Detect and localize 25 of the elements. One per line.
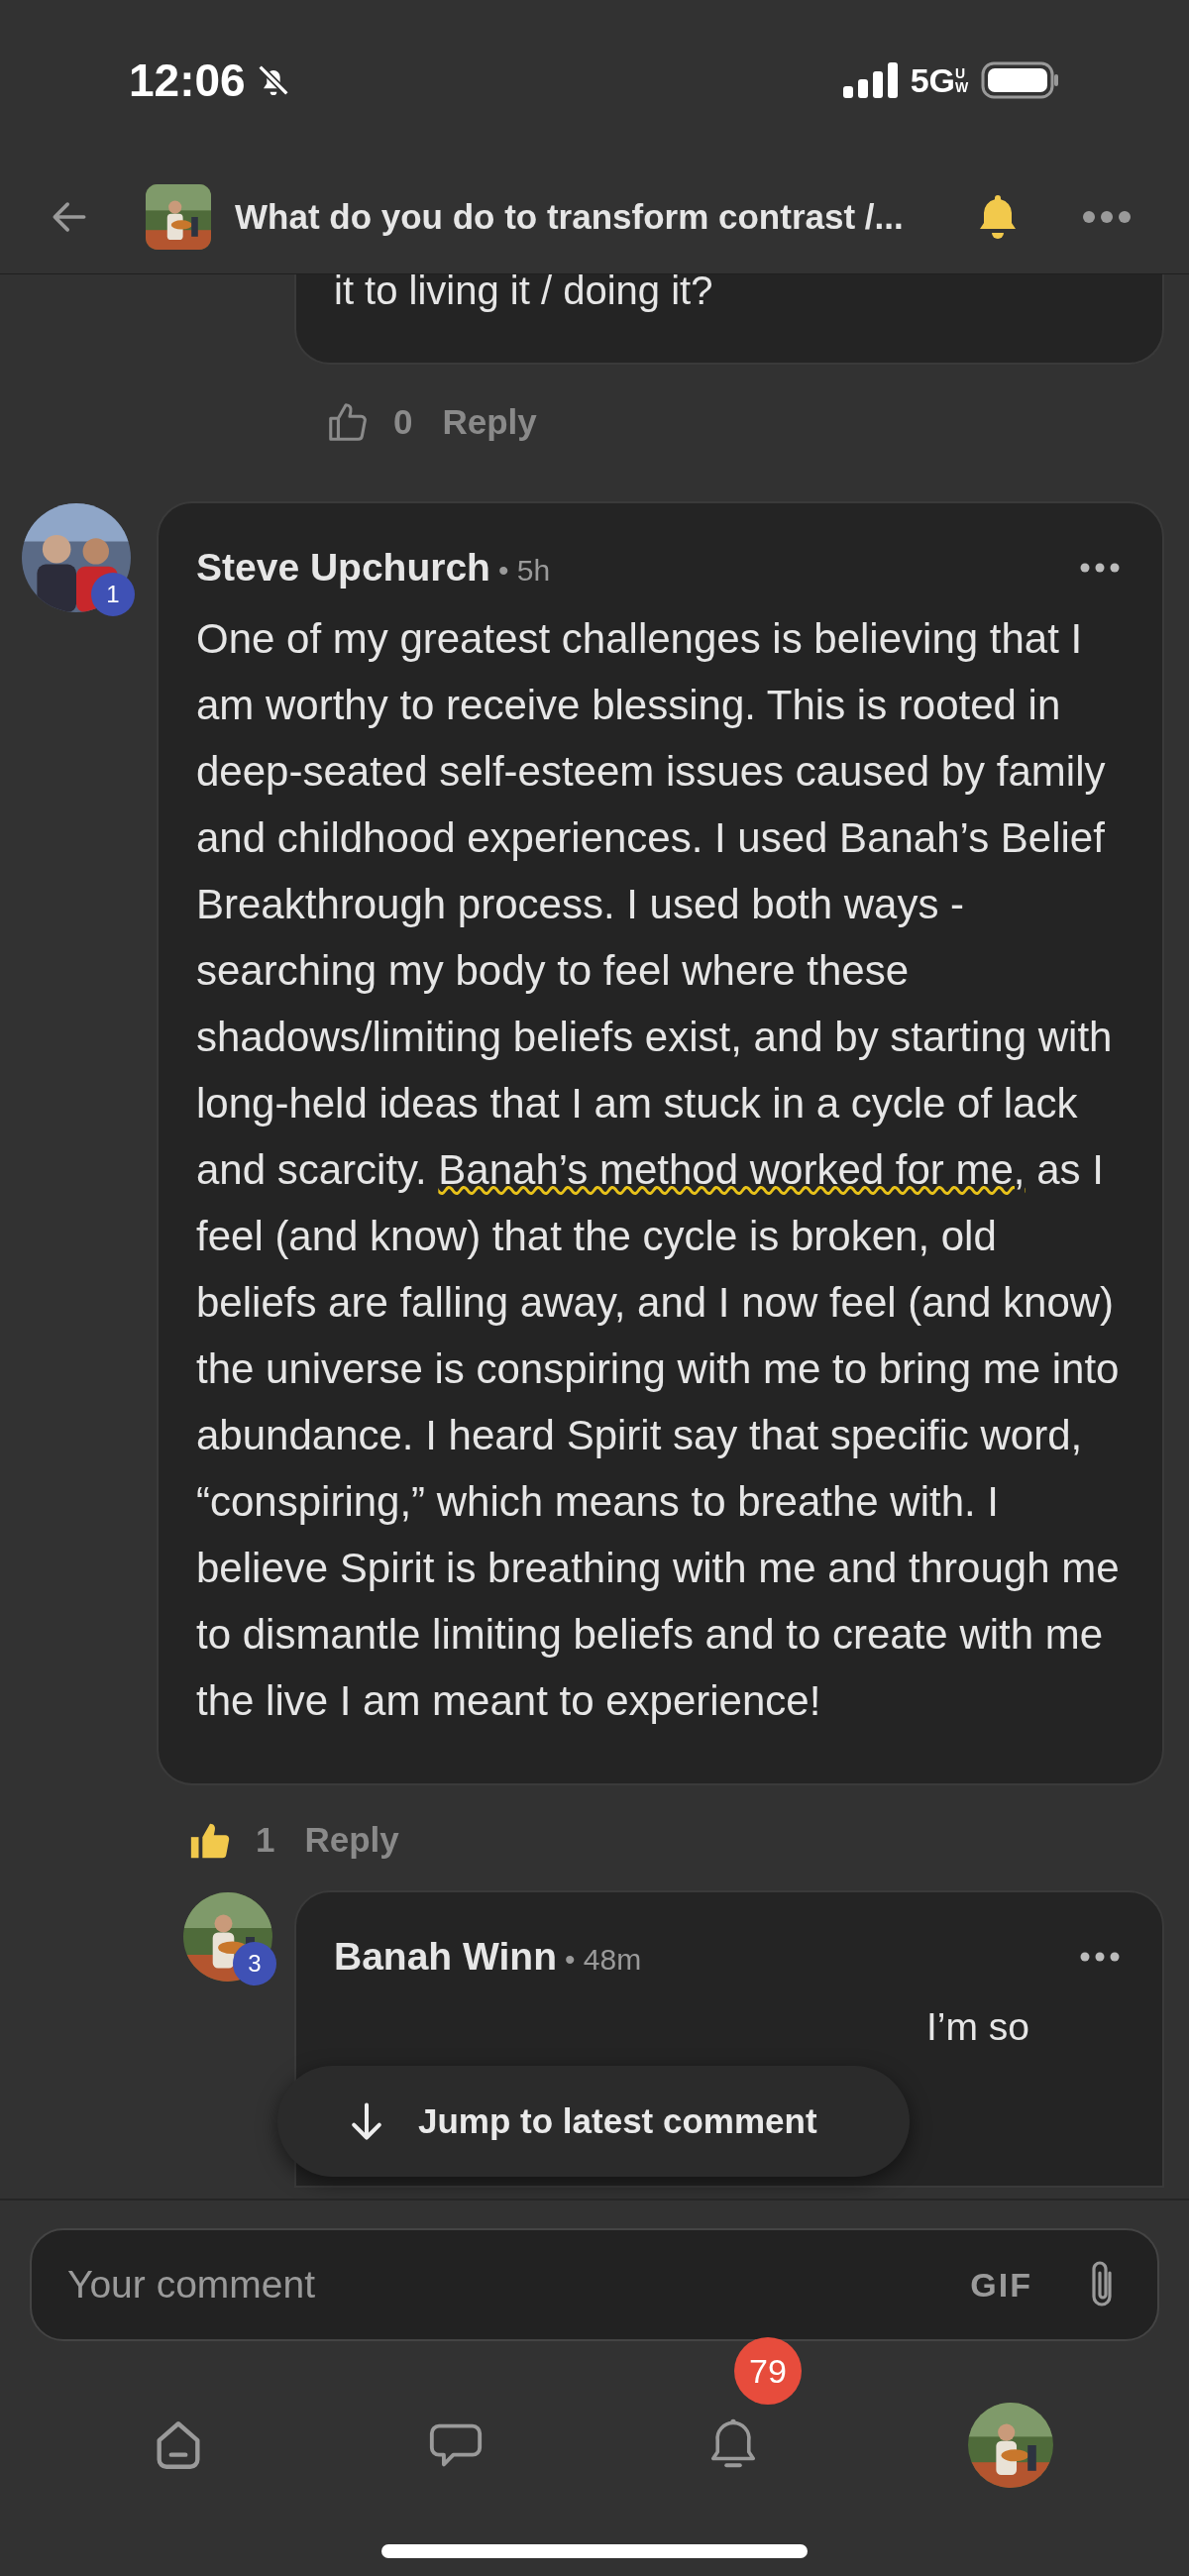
reply-button[interactable]: Reply <box>304 1814 399 1867</box>
clock-time: 12:06 <box>129 53 246 108</box>
reply-button[interactable]: Reply <box>442 395 537 449</box>
more-icon <box>1082 210 1132 224</box>
comment-input[interactable]: Your comment GIF <box>30 2228 1159 2341</box>
author-name: Banah Winn <box>334 1933 557 1980</box>
comment-text: I’m so <box>925 2004 1030 2050</box>
jump-to-latest-button[interactable]: Jump to latest comment <box>277 2066 910 2177</box>
more-icon <box>1080 563 1120 574</box>
gif-button[interactable]: GIF <box>970 2259 1032 2310</box>
like-count: 0 <box>393 400 413 443</box>
like-count: 1 <box>256 1819 275 1862</box>
comment-time: • 48m <box>565 1941 642 1978</box>
comment-text: One of my greatest challenges is believing that I am worthy to receive blessing. This is rooted in deep-seated self-esteem issues caused by family and childhood experiences. I used Banah’s Belief Breakthrough process. I used both ways - searching my body to feel where these shadows/limiting beliefs exist, and by starting with long-held ideas that I am stuck in a cycle of lack and scarcity. Banah’s method worked for me, as I feel (and know) that the cycle is broken, old beliefs are falling away, and I now feel (and know) the universe is conspiring with me to bring me into abundance. I heard Spirit say that specific word, “conspiring,” which means to breathe with. I believe Spirit is breathing with me and through me to dismantle limiting beliefs and to create with me the live I am meant to experience! <box>196 613 1121 1726</box>
battery-icon <box>981 61 1060 99</box>
more-icon <box>1080 1951 1120 1962</box>
post-title: What do you do to transform contrast /... <box>235 195 905 238</box>
notification-count-badge: 79 <box>734 2337 802 2405</box>
network-label: 5G <box>910 59 955 101</box>
level-badge: 1 <box>91 573 135 616</box>
signal-icon <box>842 62 899 98</box>
network-suffix: UW <box>955 66 969 94</box>
comment-text: it to living it / doing it? <box>334 274 714 310</box>
author-name: Steve Upchurch <box>196 545 490 590</box>
comment-time: • 5h <box>497 553 551 589</box>
